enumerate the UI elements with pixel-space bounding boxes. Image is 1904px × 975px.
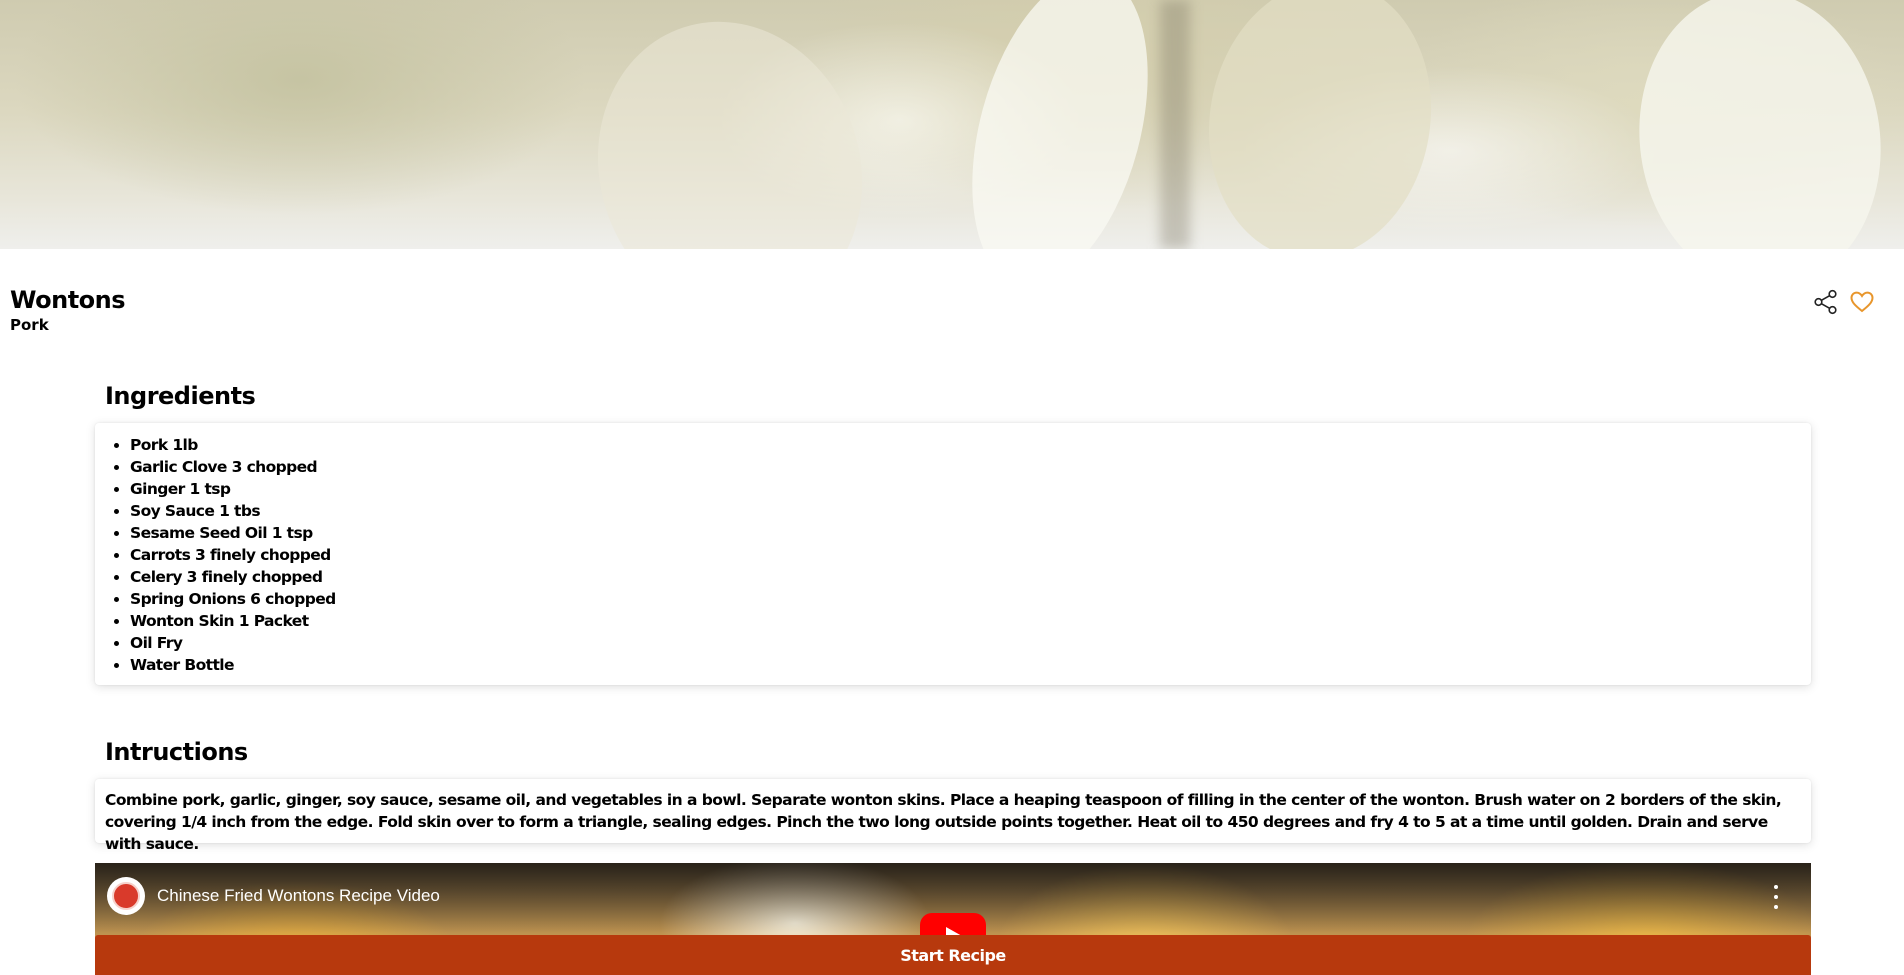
- dumpling-fold: [560, 0, 900, 249]
- recipe-actions: [1812, 288, 1876, 316]
- ingredients-list: Pork 1lb Garlic Clove 3 chopped Ginger 1…: [130, 434, 1811, 676]
- hero-image: [0, 0, 1904, 249]
- instructions-text: Combine pork, garlic, ginger, soy sauce,…: [105, 791, 1782, 853]
- instructions-heading: Intructions: [105, 738, 248, 766]
- list-item: Pork 1lb: [130, 434, 1811, 456]
- list-item: Sesame Seed Oil 1 tsp: [130, 522, 1811, 544]
- video-title[interactable]: Chinese Fried Wontons Recipe Video: [157, 886, 440, 906]
- ingredients-card: Pork 1lb Garlic Clove 3 chopped Ginger 1…: [95, 423, 1811, 685]
- start-recipe-button[interactable]: Start Recipe: [95, 935, 1811, 975]
- heart-icon[interactable]: [1848, 288, 1876, 316]
- ingredients-heading: Ingredients: [105, 382, 256, 410]
- channel-logo[interactable]: [107, 877, 145, 915]
- list-item: Soy Sauce 1 tbs: [130, 500, 1811, 522]
- list-item: Water Bottle: [130, 654, 1811, 676]
- recipe-category: Pork: [10, 316, 49, 334]
- dumpling-fold: [941, 0, 1179, 249]
- list-item: Spring Onions 6 chopped: [130, 588, 1811, 610]
- recipe-title: Wontons: [10, 286, 126, 314]
- list-item: Celery 3 finely chopped: [130, 566, 1811, 588]
- list-item: Oil Fry: [130, 632, 1811, 654]
- list-item: Garlic Clove 3 chopped: [130, 456, 1811, 478]
- more-vertical-icon[interactable]: [1771, 885, 1781, 909]
- dumpling-fold: [1620, 0, 1900, 249]
- dumpling-shadow: [1160, 0, 1190, 249]
- list-item: Ginger 1 tsp: [130, 478, 1811, 500]
- list-item: Wonton Skin 1 Packet: [130, 610, 1811, 632]
- share-icon[interactable]: [1812, 288, 1840, 316]
- recipe-header: Wontons Pork: [10, 286, 126, 335]
- dumpling-fold: [1187, 0, 1453, 249]
- channel-logo-mark: [112, 882, 140, 910]
- list-item: Carrots 3 finely chopped: [130, 544, 1811, 566]
- instructions-card: Combine pork, garlic, ginger, soy sauce,…: [95, 779, 1811, 853]
